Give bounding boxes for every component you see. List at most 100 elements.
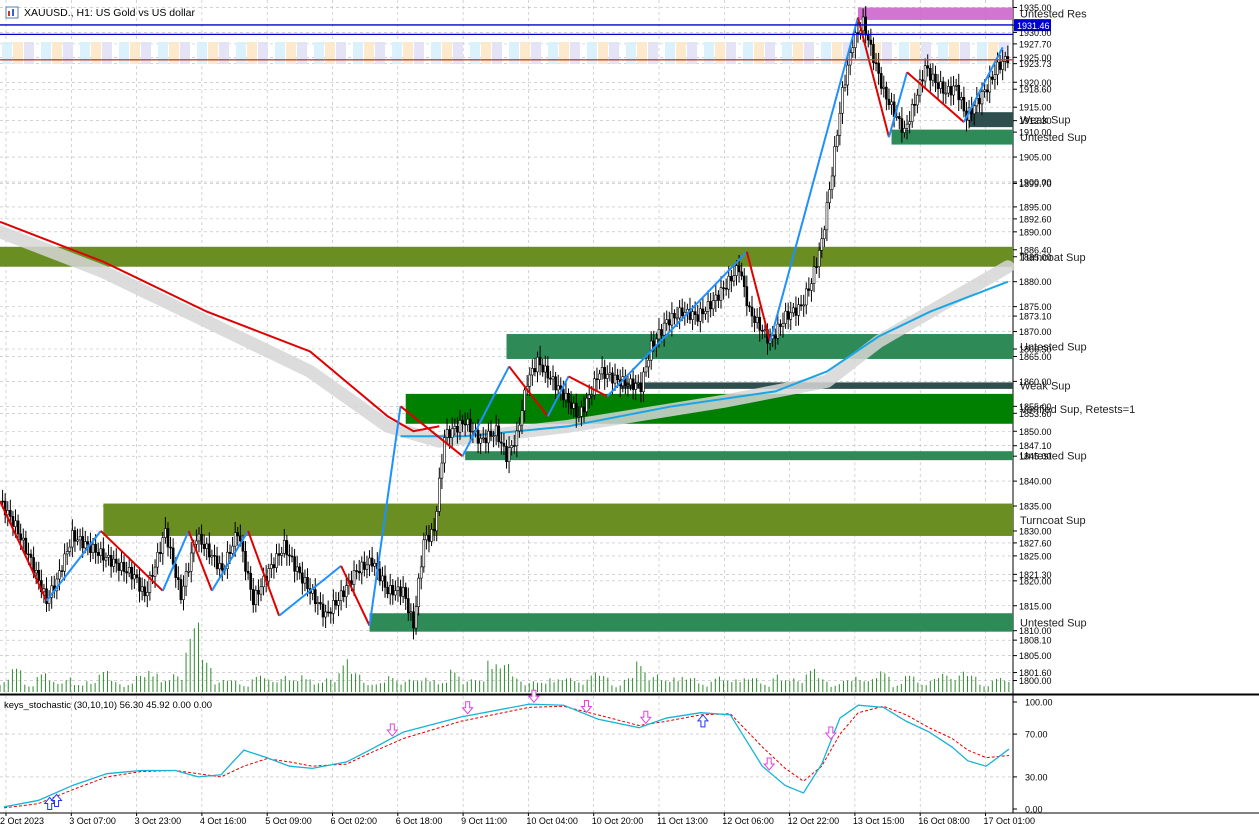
price-tick-label: 1890.00 xyxy=(1019,227,1052,237)
candle-body xyxy=(425,534,428,541)
price-tick-label: 1930.00 xyxy=(1019,28,1052,38)
candle-body xyxy=(267,568,271,582)
candle-body xyxy=(916,94,919,106)
candle-body xyxy=(502,442,506,447)
price-tick-label: 1827.60 xyxy=(1019,538,1052,548)
candle-body xyxy=(931,73,935,81)
candle-body xyxy=(626,384,630,387)
candle-body xyxy=(215,555,219,570)
candle-body xyxy=(773,335,777,339)
candle-body xyxy=(936,82,940,89)
candle-body xyxy=(629,378,632,386)
price-tick-label: 1850.00 xyxy=(1019,427,1052,437)
candle-body xyxy=(58,570,61,580)
candle-body xyxy=(864,16,868,36)
candle-body xyxy=(577,416,581,418)
candle-body xyxy=(83,541,87,549)
candle-body xyxy=(500,441,503,444)
candle-body xyxy=(383,575,387,588)
session-shade xyxy=(949,42,959,64)
zone-weak xyxy=(969,112,1013,128)
price-tick-label: 1820.00 xyxy=(1019,576,1052,586)
candle-body xyxy=(505,445,508,462)
candle-body xyxy=(143,586,147,597)
candle-body xyxy=(71,530,74,548)
candle-body xyxy=(396,586,400,591)
candle-body xyxy=(29,553,33,558)
candle-body xyxy=(445,429,449,438)
candle-body xyxy=(174,563,178,578)
candle-body xyxy=(972,105,976,115)
session-shade xyxy=(665,42,675,64)
candle-body xyxy=(86,541,90,545)
price-tick-label: 1873.10 xyxy=(1019,312,1052,322)
session-shade xyxy=(832,42,842,64)
candle-body xyxy=(394,590,397,596)
trading-chart[interactable]: Untested Res Weak Sup Untested Sup Turncoat… xyxy=(0,0,1259,829)
candle-body xyxy=(326,611,330,614)
candle-body xyxy=(9,510,12,517)
candle-body xyxy=(701,308,705,315)
candle-body xyxy=(962,97,966,112)
price-tick-label: 1923.73 xyxy=(1019,59,1052,69)
time-tick-label: 16 Oct 08:00 xyxy=(918,816,970,826)
price-tick-label: 1927.70 xyxy=(1019,39,1052,49)
candle-body xyxy=(753,315,756,323)
candle-body xyxy=(68,546,72,552)
time-tick-label: 9 Oct 11:00 xyxy=(461,816,507,826)
candle-body xyxy=(140,586,144,592)
session-shade xyxy=(63,42,73,64)
candle-body xyxy=(239,535,242,542)
candle-body xyxy=(887,98,891,106)
candle-body xyxy=(742,275,746,287)
candle-body xyxy=(724,287,728,290)
candle-body xyxy=(254,590,258,605)
candle-body xyxy=(939,81,942,89)
candle-body xyxy=(934,73,937,83)
candle-body xyxy=(740,271,743,277)
candle-body xyxy=(737,265,741,273)
candle-body xyxy=(337,600,340,606)
price-tick-label: 1805.00 xyxy=(1019,651,1052,661)
session-shade xyxy=(726,42,736,64)
candle-body xyxy=(856,32,860,34)
candle-body xyxy=(401,587,405,597)
candle-body xyxy=(112,558,116,567)
candle-body xyxy=(417,577,420,607)
candle-body xyxy=(24,537,28,555)
candle-body xyxy=(885,86,888,100)
candle-body xyxy=(290,555,294,558)
candle-body xyxy=(303,577,307,584)
price-tick-label: 1915.00 xyxy=(1019,103,1052,113)
candle-body xyxy=(598,373,601,380)
candle-body xyxy=(564,392,568,401)
candle-body xyxy=(533,368,537,373)
candle-body xyxy=(208,543,211,558)
candle-body xyxy=(205,543,209,549)
candle-body xyxy=(65,551,69,555)
chart-canvas[interactable]: Untested ResWeak SupUntested SupTurncoat… xyxy=(0,0,1259,829)
candle-body xyxy=(657,329,661,340)
candle-body xyxy=(342,590,345,597)
candle-body xyxy=(246,570,250,574)
candle-body xyxy=(851,47,855,53)
session-shade xyxy=(13,42,23,64)
session-shade xyxy=(492,42,502,64)
candle-body xyxy=(466,418,470,426)
candle-body xyxy=(365,564,369,570)
candle-body xyxy=(693,311,697,315)
candle-body xyxy=(487,430,490,444)
session-shade xyxy=(570,42,580,64)
candle-body xyxy=(249,572,252,590)
candle-body xyxy=(523,389,526,412)
zone-turncoat xyxy=(0,246,1013,267)
candle-body xyxy=(321,603,325,618)
candle-body xyxy=(908,121,911,125)
candle-body xyxy=(900,118,904,133)
candle-body xyxy=(755,317,759,323)
candle-body xyxy=(114,558,118,564)
session-shade xyxy=(208,42,218,64)
candle-body xyxy=(988,76,992,93)
candle-body xyxy=(580,406,583,417)
candle-body xyxy=(179,579,183,600)
